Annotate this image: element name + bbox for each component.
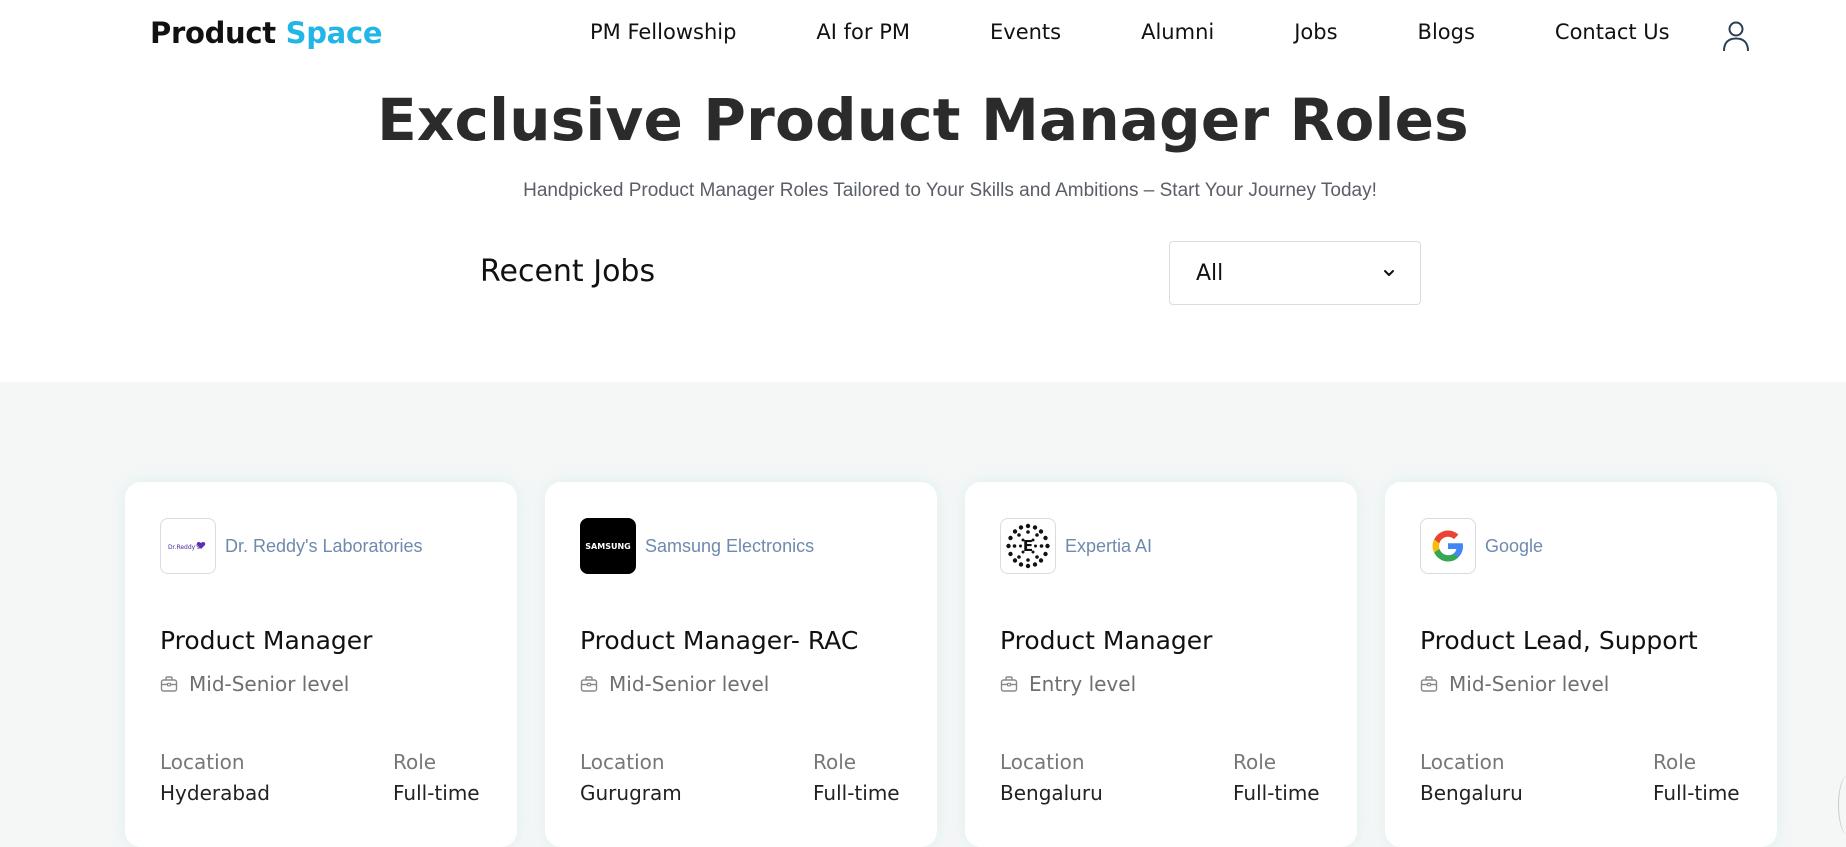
company-logo: E xyxy=(1000,518,1056,574)
company-name: Samsung Electronics xyxy=(645,536,815,556)
svg-text:SAMSUNG: SAMSUNG xyxy=(585,542,630,551)
job-card[interactable]: E Expertia AI Product Manager Entry leve… xyxy=(965,482,1357,847)
nav-link-events[interactable]: Events xyxy=(990,20,1061,44)
company-logo: SAMSUNG xyxy=(580,518,636,574)
samsung-logo-icon: SAMSUNG xyxy=(585,542,630,551)
chevron-down-icon xyxy=(1384,270,1394,276)
role-label: Role xyxy=(393,750,437,774)
location-value: Hyderabad xyxy=(160,781,270,805)
location-value: Bengaluru xyxy=(1420,781,1523,805)
job-title[interactable]: Product Lead, Support xyxy=(1420,626,1698,655)
page-subtitle: Handpicked Product Manager Roles Tailore… xyxy=(523,180,1377,201)
logo-text-space: Space xyxy=(285,16,383,50)
job-title[interactable]: Product Manager- RAC xyxy=(580,626,858,655)
job-level: Mid-Senior level xyxy=(189,672,350,696)
job-card[interactable]: SAMSUNG Samsung Electronics Product Mana… xyxy=(545,482,937,847)
job-filter-select[interactable]: All xyxy=(1169,241,1421,305)
role-value: Full-time xyxy=(1653,781,1740,805)
role-label: Role xyxy=(1233,750,1277,774)
recent-jobs-heading: Recent Jobs xyxy=(480,254,656,289)
svg-text:E: E xyxy=(1023,537,1033,555)
company-name: Dr. Reddy's Laboratories xyxy=(225,536,423,556)
company-name: Google xyxy=(1485,536,1544,556)
navbar: Product Space PM Fellowship AI for PM Ev… xyxy=(0,0,1846,72)
location-label: Location xyxy=(1000,750,1085,774)
briefcase-icon xyxy=(580,676,598,692)
nav-link-contact-us[interactable]: Contact Us xyxy=(1555,20,1670,44)
nav-link-ai-for-pm[interactable]: AI for PM xyxy=(816,20,910,44)
job-level: Entry level xyxy=(1029,672,1137,696)
briefcase-icon xyxy=(160,676,178,692)
briefcase-icon xyxy=(1000,676,1018,692)
nav-link-pm-fellowship[interactable]: PM Fellowship xyxy=(590,20,736,44)
company-logo: Dr.Reddy's xyxy=(160,518,216,574)
job-title[interactable]: Product Manager xyxy=(1000,626,1212,655)
user-icon[interactable] xyxy=(1722,20,1750,52)
location-value: Bengaluru xyxy=(1000,781,1103,805)
nav-link-alumni[interactable]: Alumni xyxy=(1141,20,1214,44)
role-value: Full-time xyxy=(1233,781,1320,805)
logo-text-product: Product xyxy=(150,16,276,50)
role-value: Full-time xyxy=(393,781,480,805)
nav-links: PM Fellowship AI for PM Events Alumni Jo… xyxy=(590,20,1670,44)
job-title[interactable]: Product Manager xyxy=(160,626,372,655)
site-logo[interactable]: Product Space xyxy=(150,16,383,50)
company-name: Expertia AI xyxy=(1065,536,1153,556)
location-label: Location xyxy=(1420,750,1505,774)
role-value: Full-time xyxy=(813,781,900,805)
role-label: Role xyxy=(813,750,857,774)
job-level: Mid-Senior level xyxy=(609,672,770,696)
job-card[interactable]: Google Product Lead, Support Mid-Senior … xyxy=(1385,482,1777,847)
expertia-logo-icon: E xyxy=(1006,523,1050,569)
dr-reddys-logo-icon: Dr.Reddy's xyxy=(168,541,206,551)
nav-link-jobs[interactable]: Jobs xyxy=(1294,20,1337,44)
location-label: Location xyxy=(580,750,665,774)
job-filter-value: All xyxy=(1196,261,1224,286)
job-level: Mid-Senior level xyxy=(1449,672,1610,696)
google-logo-icon xyxy=(1432,530,1463,562)
company-logo xyxy=(1420,518,1476,574)
job-card[interactable]: Dr.Reddy's Dr. Reddy's Laboratories Prod… xyxy=(125,482,517,847)
location-value: Gurugram xyxy=(580,781,682,805)
location-label: Location xyxy=(160,750,245,774)
role-label: Role xyxy=(1653,750,1697,774)
briefcase-icon xyxy=(1420,676,1438,692)
page-title: Exclusive Product Manager Roles xyxy=(377,86,1469,154)
nav-link-blogs[interactable]: Blogs xyxy=(1418,20,1475,44)
svg-text:Dr.Reddy's: Dr.Reddy's xyxy=(168,544,200,551)
